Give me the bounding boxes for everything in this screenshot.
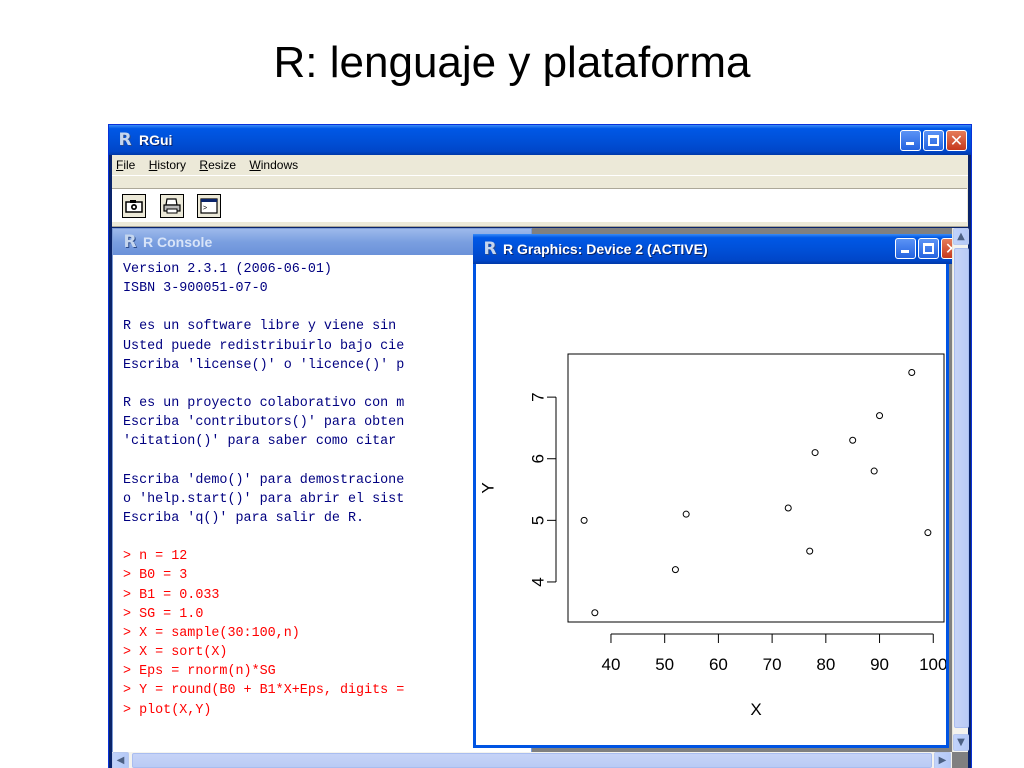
r-logo-icon: R: [118, 130, 132, 150]
minimize-icon: [906, 142, 914, 145]
maximize-icon: [923, 243, 934, 254]
scroll-up-button[interactable]: ▲: [953, 228, 969, 245]
scroll-right-button[interactable]: ▶: [934, 752, 951, 768]
x-tick-label: 100: [919, 655, 946, 674]
scroll-down-button[interactable]: ▼: [953, 734, 969, 751]
vertical-scroll-thumb[interactable]: [954, 248, 969, 728]
toolbar: >: [112, 175, 968, 227]
graphics-title: R Graphics: Device 2 (ACTIVE): [503, 241, 708, 257]
print-icon: [163, 198, 181, 214]
horizontal-scroll-thumb[interactable]: [132, 753, 932, 768]
menu-bar: File History Resize Windows: [112, 155, 968, 175]
menu-resize[interactable]: Resize: [195, 155, 240, 172]
r-logo-icon: R: [123, 232, 137, 252]
menu-file[interactable]: File: [112, 155, 139, 172]
console-title: R Console: [143, 234, 213, 250]
console-command-line: > plot(X,Y): [123, 702, 212, 718]
graphics-titlebar[interactable]: R R Graphics: Device 2 (ACTIVE) ✕: [473, 234, 962, 264]
data-point: [591, 609, 599, 617]
x-tick-label: 60: [709, 655, 728, 674]
y-axis-label: Y: [479, 482, 498, 493]
console-output-line: R es un software libre y viene sin: [123, 319, 397, 335]
console-command-line: > B0 = 3: [123, 568, 188, 584]
data-point: [811, 449, 819, 457]
console-command-line: > Y = round(B0 + B1*X+Eps, digits =: [123, 683, 405, 699]
menu-history[interactable]: History: [145, 155, 190, 172]
data-point: [682, 510, 690, 518]
console-button[interactable]: >: [197, 194, 221, 218]
console-output-line: R es un proyecto colaborativo con m: [123, 396, 405, 412]
plot-frame: [567, 353, 945, 623]
console-output-line: Escriba 'license()' o 'licence()' p: [123, 357, 405, 373]
rgui-window-controls: ✕: [898, 130, 967, 152]
console-output-line: o 'help.start()' para abrir el sist: [123, 491, 405, 507]
console-output-line: ISBN 3-900051-07-0: [123, 281, 268, 297]
console-command-line: > X = sample(30:100,n): [123, 625, 300, 641]
x-axis-label: X: [750, 700, 761, 719]
camera-icon: [125, 200, 143, 213]
r-graphics-window[interactable]: R R Graphics: Device 2 (ACTIVE) ✕ 40 50 60…: [473, 234, 962, 748]
r-logo-icon: R: [483, 239, 497, 259]
minimize-button[interactable]: [900, 130, 921, 151]
data-point: [784, 504, 792, 512]
data-point: [580, 516, 588, 524]
y-tick-label: 6: [529, 454, 548, 463]
close-icon: ✕: [949, 131, 964, 150]
toolbar-strip: [112, 188, 967, 222]
x-tick-label: 50: [655, 655, 674, 674]
copy-to-clipboard-button[interactable]: [122, 194, 146, 218]
console-command-line: > Eps = rnorm(n)*SG: [123, 664, 276, 680]
maximize-button[interactable]: [923, 130, 944, 151]
vertical-scrollbar[interactable]: ▲ ▼: [952, 228, 969, 752]
scroll-left-button[interactable]: ◀: [112, 752, 129, 768]
console-output-line: Escriba 'q()' para salir de R.: [123, 510, 365, 526]
graphics-minimize-button[interactable]: [895, 238, 916, 259]
print-button[interactable]: [160, 194, 184, 218]
rgui-window: R RGui ✕ File History Resize Windows > R…: [108, 124, 972, 768]
scatter-plot: 40 50 60 70 80 90 100 4 5 6 7 X Y: [479, 353, 946, 719]
console-command-line: > n = 12: [123, 549, 188, 565]
menu-windows[interactable]: Windows: [245, 155, 302, 172]
y-tick-label: 7: [529, 392, 548, 401]
rgui-titlebar[interactable]: R RGui ✕: [109, 125, 971, 155]
svg-text:>: >: [203, 205, 207, 212]
console-command-line: > B1 = 0.033: [123, 587, 220, 603]
data-point: [806, 547, 814, 555]
mdi-client-area: R R Console Version 2.3.1 (2006-06-01) IS…: [112, 228, 969, 768]
console-output-line: Escriba 'contributors()' para obten: [123, 415, 405, 431]
r-console-window[interactable]: R R Console Version 2.3.1 (2006-06-01) IS…: [112, 228, 532, 768]
console-output-line: Escriba 'demo()' para demostracione: [123, 472, 405, 488]
horizontal-scrollbar[interactable]: ◀ ▶: [112, 752, 952, 768]
minimize-icon: [901, 250, 909, 253]
rgui-title: RGui: [139, 132, 173, 148]
console-output-line: Version 2.3.1 (2006-06-01): [123, 262, 332, 277]
graphics-maximize-button[interactable]: [918, 238, 939, 259]
console-output-line: 'citation()' para saber como citar: [123, 434, 397, 450]
x-tick-label: 80: [816, 655, 835, 674]
console-titlebar[interactable]: R R Console: [113, 229, 531, 255]
x-tick-label: 90: [870, 655, 889, 674]
slide-title: R: lenguaje y plataforma: [273, 38, 751, 87]
data-point: [849, 436, 857, 444]
console-command-line: > SG = 1.0: [123, 606, 204, 622]
close-button[interactable]: ✕: [946, 130, 967, 151]
maximize-icon: [928, 135, 939, 146]
console-output-line: Usted puede redistribuirlo bajo cie: [123, 338, 405, 354]
y-tick-label: 4: [529, 577, 548, 586]
data-point: [924, 529, 932, 537]
data-point: [671, 566, 679, 574]
x-tick-label: 70: [763, 655, 782, 674]
console-command-line: > X = sort(X): [123, 645, 228, 661]
x-tick-label: 40: [602, 655, 621, 674]
data-point: [908, 368, 916, 376]
data-point: [870, 467, 878, 475]
data-point: [876, 412, 884, 420]
y-tick-label: 5: [529, 516, 548, 525]
console-window-icon: >: [200, 198, 218, 214]
console-output[interactable]: Version 2.3.1 (2006-06-01) ISBN 3-900051-…: [123, 260, 533, 740]
